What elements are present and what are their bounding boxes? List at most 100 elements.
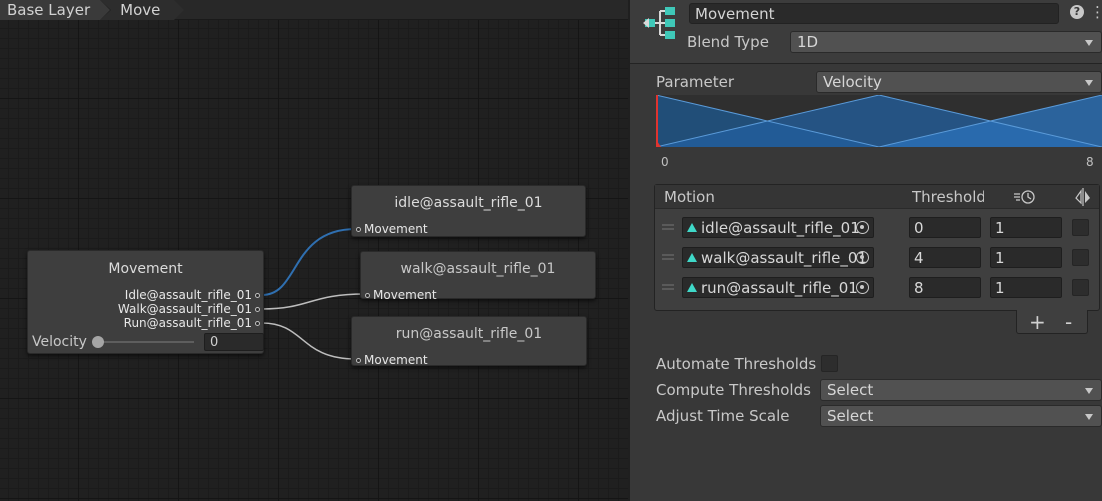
blend-type-label: Blend Type: [687, 33, 769, 51]
node-title: walk@assault_rifle_01: [400, 261, 556, 277]
port-dot-icon: [255, 306, 260, 312]
drag-handle-icon[interactable]: [662, 254, 674, 260]
dropdown-value: 1D: [797, 33, 819, 51]
breadcrumb-base-layer[interactable]: Base Layer: [0, 0, 112, 20]
threshold-field[interactable]: 4: [909, 247, 981, 268]
name-field[interactable]: Movement: [689, 3, 1059, 24]
threshold-field[interactable]: 0: [909, 217, 981, 238]
wire-idle: [261, 228, 357, 296]
clip-node-idle[interactable]: idle@assault_rifle_01 Movement: [351, 185, 586, 237]
wire-walk: [261, 293, 366, 310]
motion-clip-field[interactable]: walk@assault_rifle_01: [682, 247, 874, 268]
menu-dots-icon[interactable]: ⋮: [1090, 3, 1102, 21]
mirror-checkbox[interactable]: [1072, 279, 1089, 296]
motion-row[interactable]: walk@assault_rifle_01 4 1: [655, 245, 1099, 271]
object-picker-icon[interactable]: [856, 221, 869, 234]
velocity-label: Velocity: [32, 334, 87, 350]
inspector-panel: Movement ? ⋮ Blend Type 1D Parameter Vel…: [628, 0, 1102, 501]
inspector-header: Movement ? ⋮ Blend Type 1D: [630, 0, 1102, 64]
time-scale-field[interactable]: 1: [990, 277, 1062, 298]
port-dot-icon: [356, 226, 361, 232]
animation-clip-icon: [687, 253, 697, 262]
animation-clip-icon: [687, 283, 697, 292]
clip-name: run@assault_rifle_01: [701, 278, 858, 297]
node-input-port[interactable]: Movement: [356, 222, 428, 236]
animation-clip-icon: [687, 223, 697, 232]
dropdown-value: Velocity: [823, 73, 882, 91]
port-dot-icon: [365, 292, 370, 298]
add-motion-button[interactable]: +: [1029, 310, 1046, 334]
adjust-time-scale-dropdown[interactable]: Select: [820, 405, 1102, 427]
velocity-value-field[interactable]: 0: [204, 333, 264, 351]
port-label: Run@assault_rifle_01: [123, 316, 252, 330]
port-label: Walk@assault_rifle_01: [117, 302, 252, 316]
threshold-field[interactable]: 8: [909, 277, 981, 298]
range-min: 0: [661, 155, 669, 169]
port-dot-icon: [356, 357, 361, 363]
blend-tree-icon: [643, 7, 675, 39]
port-label: Idle@assault_rifle_01: [124, 288, 252, 302]
mirror-checkbox[interactable]: [1072, 219, 1089, 236]
motion-list: Motion Threshold idle@assault_rifle_01 0…: [654, 184, 1100, 311]
wire-run: [261, 322, 357, 360]
speed-icon: [1013, 189, 1037, 209]
drag-handle-icon[interactable]: [662, 284, 674, 290]
output-port-idle[interactable]: Idle@assault_rifle_01: [125, 288, 260, 302]
help-icon[interactable]: ?: [1070, 5, 1084, 19]
object-picker-icon[interactable]: [856, 281, 869, 294]
velocity-slider[interactable]: [92, 336, 194, 348]
drag-handle-icon[interactable]: [662, 224, 674, 230]
chevron-down-icon: [1085, 40, 1093, 46]
chevron-down-icon: [1085, 414, 1093, 420]
breadcrumb-separator: [100, 0, 112, 20]
port-label: Movement: [364, 353, 428, 367]
mirror-checkbox[interactable]: [1072, 249, 1089, 266]
breadcrumb: Base Layer Move: [0, 0, 628, 20]
automate-thresholds-checkbox[interactable]: [821, 355, 838, 372]
parameter-dropdown[interactable]: Velocity: [816, 71, 1102, 93]
output-port-run[interactable]: Run@assault_rifle_01: [124, 316, 260, 330]
port-label: Movement: [364, 222, 428, 236]
automate-thresholds-label: Automate Thresholds: [656, 355, 817, 373]
clip-name: walk@assault_rifle_01: [701, 248, 867, 267]
slider-knob[interactable]: [92, 336, 104, 348]
time-scale-field[interactable]: 1: [990, 217, 1062, 238]
breadcrumb-label: Move: [120, 0, 161, 19]
motion-list-header: Motion Threshold: [655, 185, 1099, 209]
chevron-down-icon: [1085, 388, 1093, 394]
clip-node-walk[interactable]: walk@assault_rifle_01 Movement: [360, 251, 596, 302]
compute-thresholds-dropdown[interactable]: Select: [820, 379, 1102, 401]
port-label: Movement: [373, 288, 437, 302]
clip-node-run[interactable]: run@assault_rifle_01 Movement: [351, 316, 587, 367]
adjust-time-scale-label: Adjust Time Scale: [656, 407, 790, 425]
node-input-port[interactable]: Movement: [365, 288, 437, 302]
motion-row[interactable]: run@assault_rifle_01 8 1: [655, 275, 1099, 301]
header-threshold: Threshold: [912, 188, 984, 206]
motion-row[interactable]: idle@assault_rifle_01 0 1: [655, 215, 1099, 241]
output-port-walk[interactable]: Walk@assault_rifle_01: [118, 302, 260, 316]
chevron-down-icon: [1085, 80, 1093, 86]
motion-clip-field[interactable]: run@assault_rifle_01: [682, 277, 874, 298]
animator-graph[interactable]: idle@assault_rifle_01 Movement walk@assa…: [0, 0, 628, 501]
node-title: run@assault_rifle_01: [395, 326, 543, 342]
time-scale-field[interactable]: 1: [990, 247, 1062, 268]
dropdown-value: Select: [827, 381, 874, 399]
compute-thresholds-label: Compute Thresholds: [656, 381, 811, 399]
node-title: Movement: [108, 261, 183, 277]
port-dot-icon: [255, 292, 260, 298]
blend-weights-graph[interactable]: [656, 95, 1102, 147]
velocity-parameter-row: Velocity 0: [32, 333, 264, 351]
node-input-port[interactable]: Movement: [356, 353, 428, 367]
motion-clip-field[interactable]: idle@assault_rifle_01: [682, 217, 874, 238]
range-max: 8: [1086, 155, 1094, 169]
clip-name: idle@assault_rifle_01: [701, 218, 860, 237]
mirror-icon: [1075, 188, 1091, 210]
list-footer: + -: [1016, 310, 1088, 334]
blend-tree-node[interactable]: Movement Idle@assault_rifle_01 Walk@assa…: [27, 250, 264, 354]
remove-motion-button[interactable]: -: [1065, 310, 1072, 334]
blend-type-dropdown[interactable]: 1D: [790, 31, 1102, 53]
parameter-label: Parameter: [656, 73, 735, 91]
breadcrumb-move[interactable]: Move: [100, 0, 185, 20]
port-dot-icon: [255, 320, 260, 326]
object-picker-icon[interactable]: [856, 251, 869, 264]
